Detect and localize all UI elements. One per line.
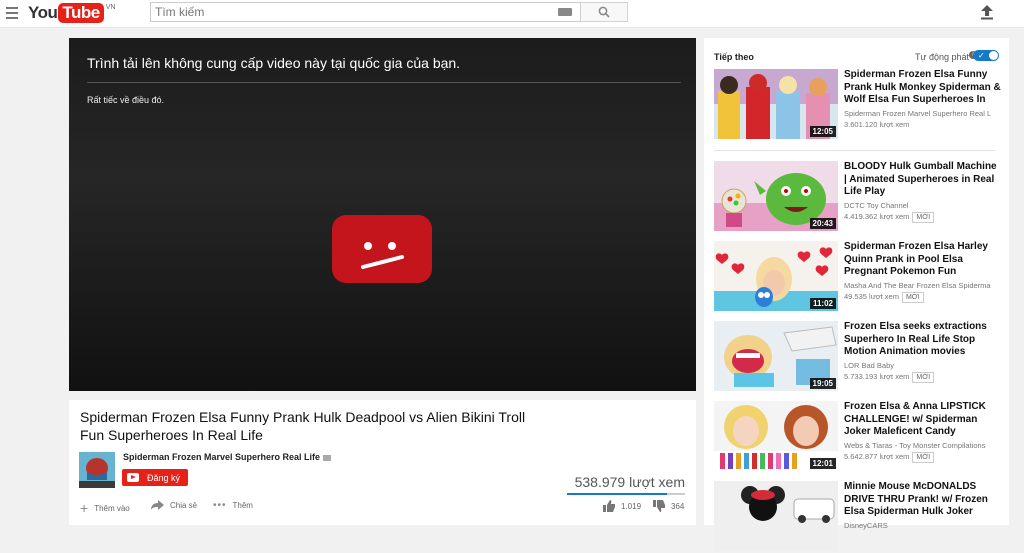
video-thumbnail[interactable]: [714, 481, 838, 551]
video-duration: 12:05: [809, 126, 836, 137]
player-divider: [87, 82, 681, 83]
recommended-video[interactable]: 20:43 BLOODY Hulk Gumball Machine | Anim…: [714, 161, 1004, 233]
sad-player-icon: [332, 215, 432, 283]
verified-icon: [323, 454, 332, 461]
thumbs-down-icon: [653, 500, 665, 512]
action-bar: + Thêm vào Chia sẻ ••• Thêm 1.019 364: [69, 500, 696, 520]
up-next-heading: Tiếp theo: [714, 52, 754, 62]
video-title-link[interactable]: Frozen Elsa & Anna LIPSTICK CHALLENGE! w…: [844, 401, 1002, 439]
menu-icon[interactable]: [6, 7, 18, 19]
channel-avatar[interactable]: [79, 452, 115, 488]
new-badge: MỚI: [912, 212, 935, 223]
add-to-label: Thêm vào: [94, 503, 130, 513]
video-title-link[interactable]: Frozen Elsa seeks extractions Superhero …: [844, 321, 1002, 359]
recommended-video[interactable]: 12:01 Frozen Elsa & Anna LIPSTICK CHALLE…: [714, 401, 1004, 473]
channel-name: Masha And The Bear Frozen Elsa Spiderma: [844, 281, 991, 290]
video-duration: 19:05: [809, 378, 836, 389]
keyboard-icon[interactable]: [558, 8, 572, 16]
more-icon: •••: [213, 500, 227, 511]
like-button[interactable]: 1.019: [603, 500, 641, 512]
view-count-row: 49.535 lượt xem MỚI: [844, 292, 924, 303]
logo-country-code: VN: [105, 4, 116, 11]
channel-name: DisneyCARS: [844, 521, 888, 530]
video-thumbnail[interactable]: 19:05: [714, 321, 838, 391]
view-count: 538.979 lượt xem: [574, 474, 685, 490]
sentiment-bar: [567, 493, 685, 495]
more-button[interactable]: ••• Thêm: [213, 500, 253, 511]
youtube-logo[interactable]: You Tube VN: [28, 3, 115, 23]
new-badge: MỚI: [912, 372, 935, 383]
channel-name: LOR Bad Baby: [844, 361, 895, 370]
search-button[interactable]: [581, 2, 628, 22]
player-error-subtitle: Rất tiếc về điều đó.: [87, 95, 165, 105]
video-player[interactable]: Trình tải lên không cung cấp video này t…: [69, 38, 696, 391]
channel-name: Spiderman Frozen Marvel Superhero Real L: [844, 109, 992, 118]
recommended-video[interactable]: 11:02 Spiderman Frozen Elsa Harley Quinn…: [714, 241, 1004, 313]
view-count: 3.601.120 lượt xem: [844, 120, 910, 129]
view-count: 4.419.362 lượt xem: [844, 212, 910, 221]
watch-sidebar: Tiếp theo Tự động phát i ✓ 12:05 Spiderm…: [704, 38, 1009, 551]
autoplay-label: Tự động phát: [914, 52, 969, 62]
video-info: Spiderman Frozen Elsa Funny Prank Hulk D…: [69, 400, 696, 525]
video-title-link[interactable]: BLOODY Hulk Gumball Machine | Animated S…: [844, 161, 1002, 199]
search-input[interactable]: [151, 3, 541, 21]
add-to-button[interactable]: + Thêm vào: [80, 500, 130, 516]
view-count-row: 4.419.362 lượt xem MỚI: [844, 212, 935, 223]
recommended-video[interactable]: 12:05 Spiderman Frozen Elsa Funny Prank …: [714, 69, 1004, 141]
view-count: 49.535 lượt xem: [844, 292, 899, 301]
like-count: 1.019: [621, 501, 642, 511]
masthead: You Tube VN: [0, 0, 1024, 28]
video-thumbnail[interactable]: 12:05: [714, 69, 838, 139]
video-duration: 11:02: [809, 298, 836, 309]
video-title-link[interactable]: Spiderman Frozen Elsa Funny Prank Hulk M…: [844, 69, 1002, 107]
dislike-button[interactable]: 364: [653, 500, 684, 512]
share-icon: [151, 500, 164, 510]
video-duration: 20:43: [809, 218, 836, 229]
new-badge: MỚI: [912, 452, 935, 463]
channel-name-text[interactable]: Spiderman Frozen Marvel Superhero Real L…: [123, 452, 320, 462]
video-title-link[interactable]: Spiderman Frozen Elsa Harley Quinn Prank…: [844, 241, 1002, 279]
thumbs-up-icon: [603, 500, 615, 512]
view-count-row: 5.642.877 lượt xem MỚI: [844, 452, 935, 463]
more-label: Thêm: [232, 501, 253, 510]
view-count: 5.733.193 lượt xem: [844, 372, 910, 381]
channel-name: Webs & Tiaras - Toy Monster Compilations: [844, 441, 986, 450]
view-count-row: 5.733.193 lượt xem MỚI: [844, 372, 935, 383]
video-title: Spiderman Frozen Elsa Funny Prank Hulk D…: [80, 409, 526, 443]
plus-icon: +: [80, 500, 89, 516]
video-thumbnail[interactable]: 20:43: [714, 161, 838, 231]
share-button[interactable]: Chia sẻ: [151, 500, 197, 510]
view-count: 5.642.877 lượt xem: [844, 452, 910, 461]
logo-tube-text: Tube: [58, 3, 104, 23]
subscribe-button[interactable]: Đăng ký: [122, 469, 189, 486]
sentiment-bar-fill: [567, 493, 668, 495]
search-box: [150, 2, 581, 22]
youtube-play-icon: [127, 473, 139, 482]
section-divider: [714, 150, 995, 151]
search-icon: [598, 6, 610, 18]
channel-name: DCTC Toy Channel: [844, 201, 909, 210]
video-thumbnail[interactable]: 12:01: [714, 401, 838, 471]
check-icon: ✓: [978, 51, 985, 60]
recommended-video[interactable]: 19:05 Frozen Elsa seeks extractions Supe…: [714, 321, 1004, 393]
video-title-link[interactable]: Minnie Mouse McDONALDS DRIVE THRU Prank!…: [844, 481, 1002, 519]
player-error-title: Trình tải lên không cung cấp video này t…: [87, 55, 461, 71]
upload-icon[interactable]: [980, 4, 994, 20]
recommended-video[interactable]: Minnie Mouse McDONALDS DRIVE THRU Prank!…: [714, 481, 1004, 553]
dislike-count: 364: [671, 501, 685, 511]
autoplay-toggle[interactable]: ✓: [973, 50, 999, 61]
share-label: Chia sẻ: [170, 500, 198, 510]
logo-you-text: You: [28, 3, 58, 22]
subscribe-label: Đăng ký: [147, 472, 181, 483]
new-badge: MỚI: [901, 292, 924, 303]
video-duration: 12:01: [809, 458, 836, 469]
video-thumbnail[interactable]: 11:02: [714, 241, 838, 311]
channel-name[interactable]: Spiderman Frozen Marvel Superhero Real L…: [123, 452, 332, 462]
